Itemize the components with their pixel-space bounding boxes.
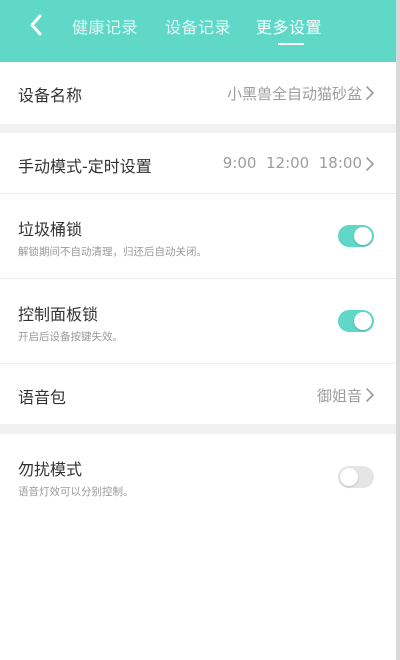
do-not-disturb-label: 勿扰模式: [18, 460, 83, 479]
settings-page: 健康记录 设备记录 更多设置 设备名称 小黑兽全自动猫砂盆 手动模式-定时设置 …: [0, 0, 400, 660]
active-tab-indicator: [278, 43, 304, 45]
device-name-label: 设备名称: [18, 86, 83, 105]
chevron-left-icon: [30, 14, 42, 36]
trash-lock-label: 垃圾桶锁: [18, 220, 83, 239]
voice-pack-row[interactable]: 语音包 御姐音: [0, 364, 396, 424]
tab-device-records[interactable]: 设备记录: [165, 14, 231, 38]
toggle-knob: [340, 468, 358, 486]
do-not-disturb-description: 语音灯效可以分别控制。: [18, 486, 134, 498]
chevron-right-icon: [366, 388, 374, 402]
section-gap: [0, 124, 396, 133]
toggle-knob: [354, 312, 372, 330]
tab-more-settings[interactable]: 更多设置: [256, 14, 322, 38]
trash-lock-description: 解锁期间不自动清理，归还后自动关闭。: [18, 246, 207, 258]
section-gap: [0, 424, 396, 434]
back-button[interactable]: [24, 12, 52, 38]
trash-lock-row: 垃圾桶锁 解锁期间不自动清理，归还后自动关闭。: [0, 194, 396, 278]
do-not-disturb-row: 勿扰模式 语音灯效可以分别控制。: [0, 434, 396, 518]
voice-pack-value: 御姐音: [316, 387, 362, 405]
tab-health-records[interactable]: 健康记录: [72, 14, 138, 38]
panel-lock-row: 控制面板锁 开启后设备按键失效。: [0, 279, 396, 363]
do-not-disturb-toggle[interactable]: [338, 466, 374, 488]
trash-lock-toggle[interactable]: [338, 225, 374, 247]
panel-lock-toggle[interactable]: [338, 310, 374, 332]
scroll-edge: [396, 0, 400, 660]
panel-lock-description: 开启后设备按键失效。: [18, 331, 123, 343]
manual-mode-row[interactable]: 手动模式-定时设置 9:00 12:00 18:00: [0, 133, 396, 193]
chevron-right-icon: [366, 86, 374, 100]
voice-pack-label: 语音包: [18, 388, 67, 407]
manual-mode-times: 9:00 12:00 18:00: [222, 154, 362, 172]
device-name-row[interactable]: 设备名称 小黑兽全自动猫砂盆: [0, 62, 396, 124]
device-name-value: 小黑兽全自动猫砂盆: [226, 85, 362, 103]
toggle-knob: [354, 227, 372, 245]
chevron-right-icon: [366, 157, 374, 171]
top-nav-bar: 健康记录 设备记录 更多设置: [0, 0, 400, 62]
manual-mode-label: 手动模式-定时设置: [18, 157, 152, 176]
panel-lock-label: 控制面板锁: [18, 305, 99, 324]
